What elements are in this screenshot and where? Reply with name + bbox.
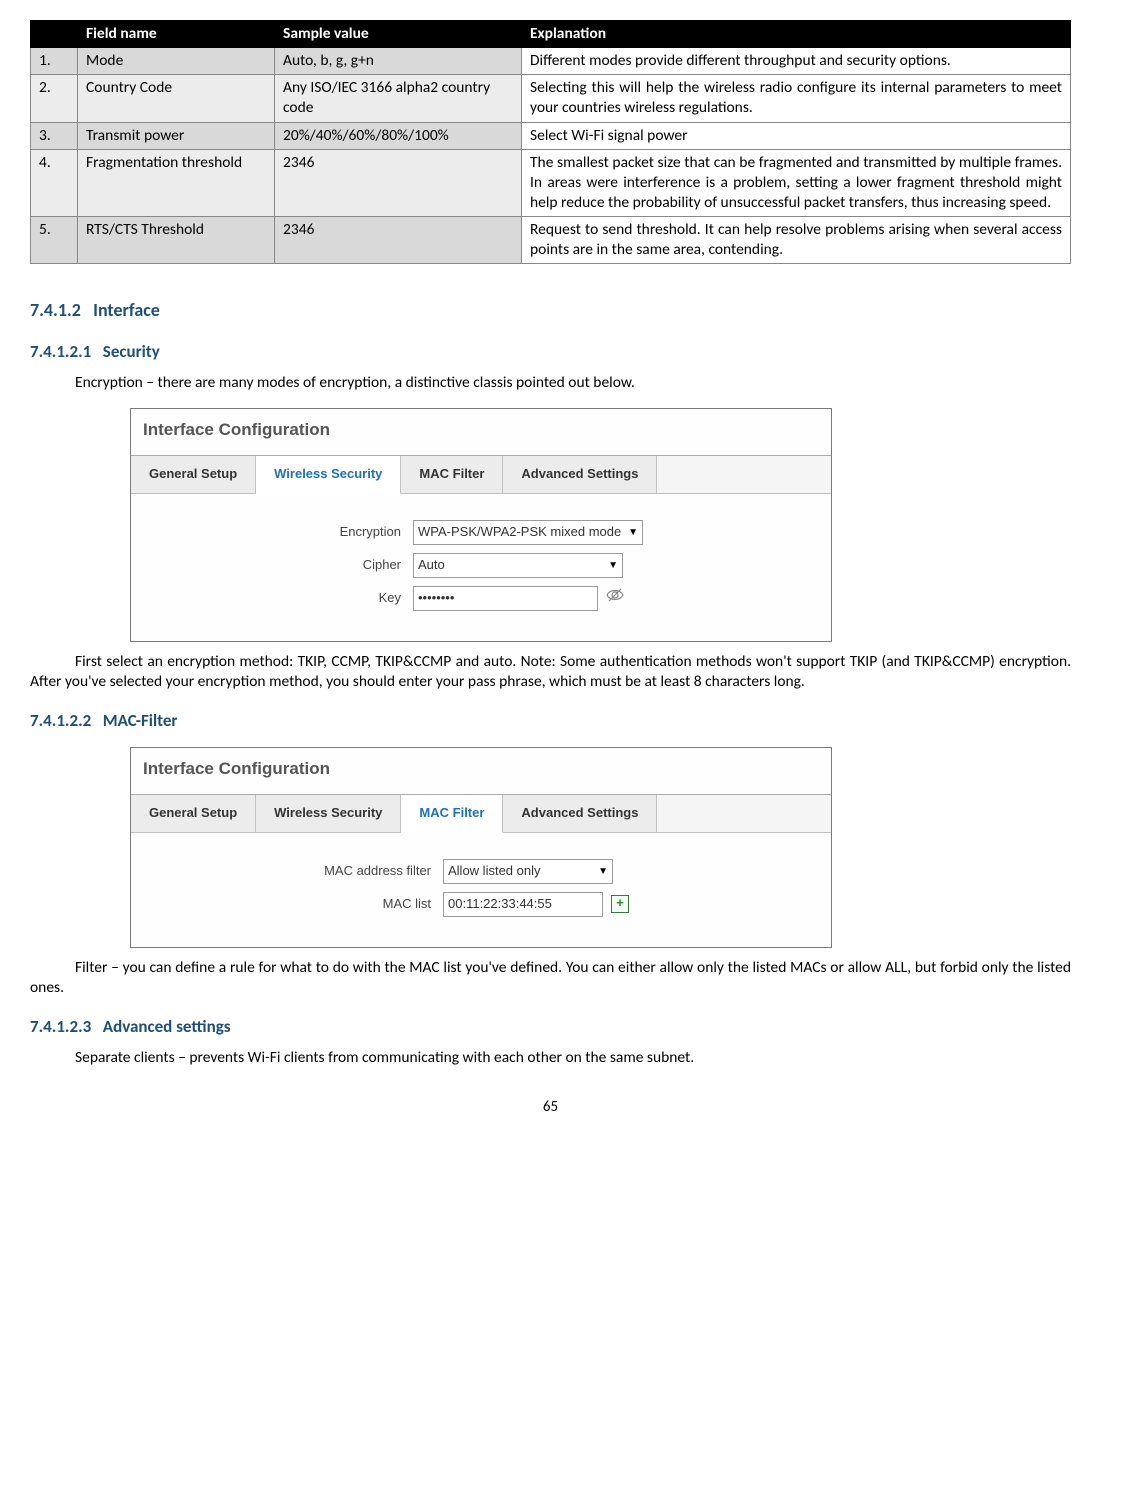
- chevron-down-icon: ▼: [628, 526, 638, 539]
- chevron-down-icon: ▼: [598, 865, 608, 878]
- mac-list-label: MAC list: [151, 896, 443, 913]
- security-intro-text: Encryption – there are many modes of enc…: [30, 373, 1071, 393]
- tab-wireless-security[interactable]: Wireless Security: [256, 795, 401, 832]
- table-row: 4. Fragmentation threshold 2346 The smal…: [31, 149, 1071, 216]
- panel-title: Interface Configuration: [131, 409, 831, 456]
- key-input[interactable]: ••••••••: [413, 586, 598, 611]
- mac-list-input[interactable]: 00:11:22:33:44:55: [443, 892, 603, 917]
- interface-config-security-panel: Interface Configuration General Setup Wi…: [130, 408, 832, 642]
- encryption-select[interactable]: WPA-PSK/WPA2-PSK mixed mode ▼: [413, 520, 643, 545]
- interface-config-mac-panel: Interface Configuration General Setup Wi…: [130, 747, 832, 948]
- cipher-label: Cipher: [151, 557, 413, 574]
- page-number: 65: [30, 1098, 1071, 1118]
- field-reference-table: Field name Sample value Explanation 1. M…: [30, 20, 1071, 264]
- header-num: [31, 21, 78, 48]
- tab-mac-filter[interactable]: MAC Filter: [401, 456, 503, 493]
- tab-mac-filter[interactable]: MAC Filter: [401, 795, 503, 833]
- heading-security: 7.4.1.2.1 Security: [30, 341, 1071, 363]
- add-icon[interactable]: +: [611, 895, 629, 913]
- tab-general-setup[interactable]: General Setup: [131, 456, 256, 493]
- mac-filter-label: MAC address filter: [151, 863, 443, 880]
- key-label: Key: [151, 590, 413, 607]
- mac-filter-select[interactable]: Allow listed only ▼: [443, 859, 613, 884]
- table-row: 5. RTS/CTS Threshold 2346 Request to sen…: [31, 217, 1071, 264]
- eye-slash-icon[interactable]: [606, 588, 624, 609]
- heading-advanced-settings: 7.4.1.2.3 Advanced settings: [30, 1016, 1071, 1038]
- table-row: 1. Mode Auto, b, g, g+n Different modes …: [31, 48, 1071, 75]
- encryption-label: Encryption: [151, 524, 413, 541]
- heading-mac-filter: 7.4.1.2.2 MAC-Filter: [30, 710, 1071, 732]
- chevron-down-icon: ▼: [608, 559, 618, 572]
- table-row: 3. Transmit power 20%/40%/60%/80%/100% S…: [31, 122, 1071, 149]
- tab-advanced-settings[interactable]: Advanced Settings: [503, 795, 657, 832]
- header-field: Field name: [78, 21, 275, 48]
- heading-interface: 7.4.1.2 Interface: [30, 299, 1071, 322]
- tab-general-setup[interactable]: General Setup: [131, 795, 256, 832]
- panel-title: Interface Configuration: [131, 748, 831, 795]
- mac-filter-body-text: Filter – you can define a rule for what …: [30, 958, 1071, 998]
- header-explain: Explanation: [522, 21, 1071, 48]
- security-body-text: First select an encryption method: TKIP,…: [30, 652, 1071, 692]
- tab-row: General Setup Wireless Security MAC Filt…: [131, 456, 831, 494]
- tab-row: General Setup Wireless Security MAC Filt…: [131, 795, 831, 833]
- table-row: 2. Country Code Any ISO/IEC 3166 alpha2 …: [31, 75, 1071, 122]
- header-sample: Sample value: [275, 21, 522, 48]
- cipher-select[interactable]: Auto ▼: [413, 553, 623, 578]
- tab-wireless-security[interactable]: Wireless Security: [256, 456, 401, 494]
- advanced-body-text: Separate clients – prevents Wi-Fi client…: [30, 1048, 1071, 1068]
- tab-advanced-settings[interactable]: Advanced Settings: [503, 456, 657, 493]
